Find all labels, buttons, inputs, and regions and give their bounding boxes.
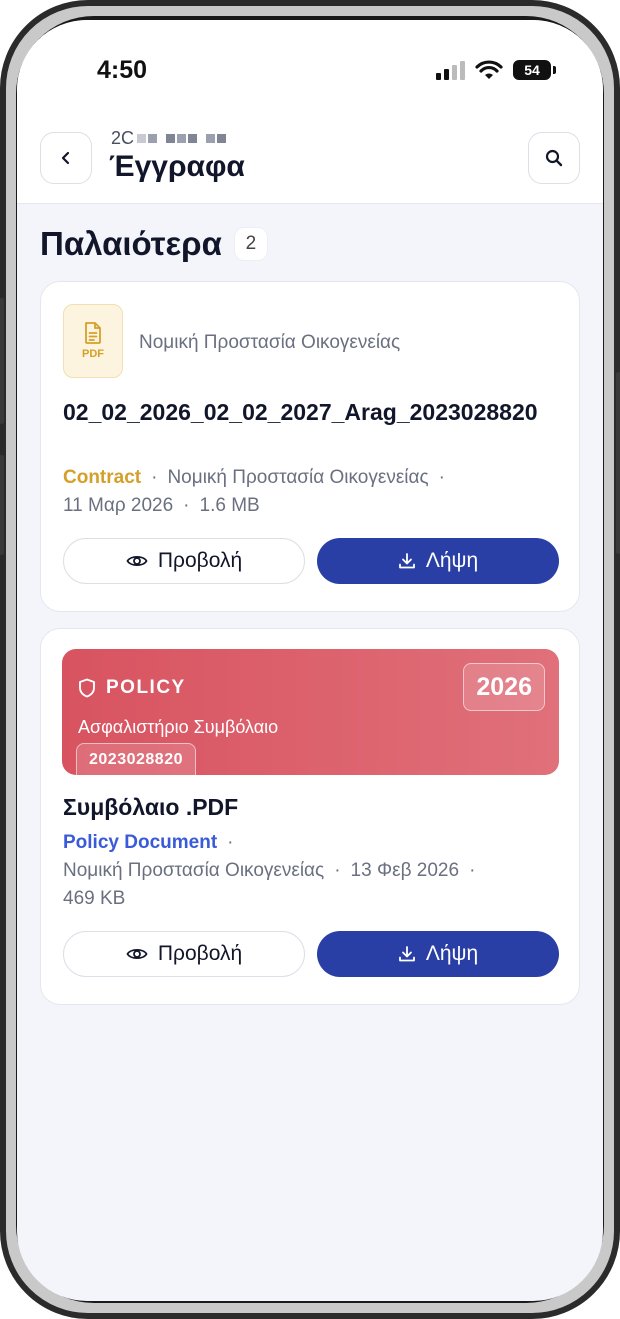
policy-banner-heading: POLICY (78, 677, 186, 699)
app-header: 2C Έγγραφα (17, 120, 603, 204)
shield-icon (79, 678, 95, 698)
redacted-block (206, 134, 227, 143)
download-icon (398, 553, 415, 569)
document-type: Contract (63, 467, 142, 488)
wifi-icon (475, 60, 503, 79)
chevron-left-icon (61, 151, 70, 165)
document-card: POLICY 2026 Ασφαλιστήριο Συμβόλαιο 20230… (40, 628, 580, 1005)
section-header: Παλαιότερα 2 (40, 225, 268, 263)
document-meta: Contract · Νομική Προστασία Οικογενείας · 1… (63, 467, 445, 516)
view-button-label: Προβολή (157, 942, 243, 965)
eye-icon (126, 555, 148, 567)
header-subtitle-text: 2C (111, 128, 135, 148)
document-product: Νομική Προστασία Οικογενείας (167, 467, 429, 488)
view-button[interactable]: Προβολή (63, 538, 305, 584)
document-product: Νομική Προστασία Οικογενείας (63, 860, 325, 881)
view-button-label: Προβολή (157, 549, 243, 572)
header-subtitle: 2C (111, 128, 227, 149)
document-size: 1.6 MB (199, 495, 260, 516)
side-button (0, 455, 4, 555)
policy-banner-subtitle: Ασφαλιστήριο Συμβόλαιο (78, 717, 279, 737)
policy-year-badge: 2026 (463, 663, 545, 711)
count-badge: 2 (233, 227, 268, 261)
download-button[interactable]: Λήψη (317, 538, 559, 584)
side-button (0, 298, 4, 424)
battery-icon: 54 (513, 60, 556, 80)
search-icon (545, 149, 563, 167)
document-date: 13 Φεβ 2026 (350, 860, 460, 881)
document-meta: Policy Document · Νομική Προστασία Οικογε… (63, 832, 476, 909)
back-button[interactable] (40, 132, 92, 184)
document-date: 11 Μαρ 2026 (63, 495, 174, 516)
page-title: Έγγραφα (109, 150, 245, 183)
download-icon (398, 946, 415, 962)
document-title: Συμβόλαιο .PDF (63, 794, 239, 820)
section-title: Παλαιότερα (40, 225, 222, 262)
status-icons: 54 (435, 60, 556, 80)
download-button[interactable]: Λήψη (317, 931, 559, 977)
view-button[interactable]: Προβολή (63, 931, 305, 977)
file-type-label: PDF (82, 348, 104, 360)
document-type: Policy Document (63, 832, 218, 853)
document-card: PDF Νομική Προστασία Οικογενείας 02_02_2… (40, 281, 580, 612)
pdf-file-tile: PDF (63, 304, 123, 378)
policy-banner: POLICY 2026 Ασφαλιστήριο Συμβόλαιο 20230… (62, 649, 559, 775)
eye-icon (126, 948, 148, 960)
status-bar: 4:50 54 (17, 20, 603, 120)
download-button-label: Λήψη (425, 549, 479, 572)
app-screen: 4:50 54 2C Έγγραφα Παλαιότερα 2 PDF Νομι… (17, 20, 603, 1301)
document-title: 02_02_2026_02_02_2027_Arag_2023028820 (63, 399, 538, 425)
search-button[interactable] (528, 132, 580, 184)
download-button-label: Λήψη (425, 942, 479, 965)
document-icon (85, 322, 101, 344)
redacted-block (137, 134, 158, 143)
status-time: 4:50 (97, 56, 148, 84)
redacted-block (166, 134, 198, 143)
cellular-signal-icon (436, 61, 465, 80)
side-button (616, 372, 620, 554)
document-category: Νομική Προστασία Οικογενείας (139, 332, 401, 353)
document-size: 469 KB (63, 888, 126, 909)
policy-number-badge: 2023028820 (76, 743, 196, 775)
policy-banner-label: POLICY (106, 677, 186, 698)
